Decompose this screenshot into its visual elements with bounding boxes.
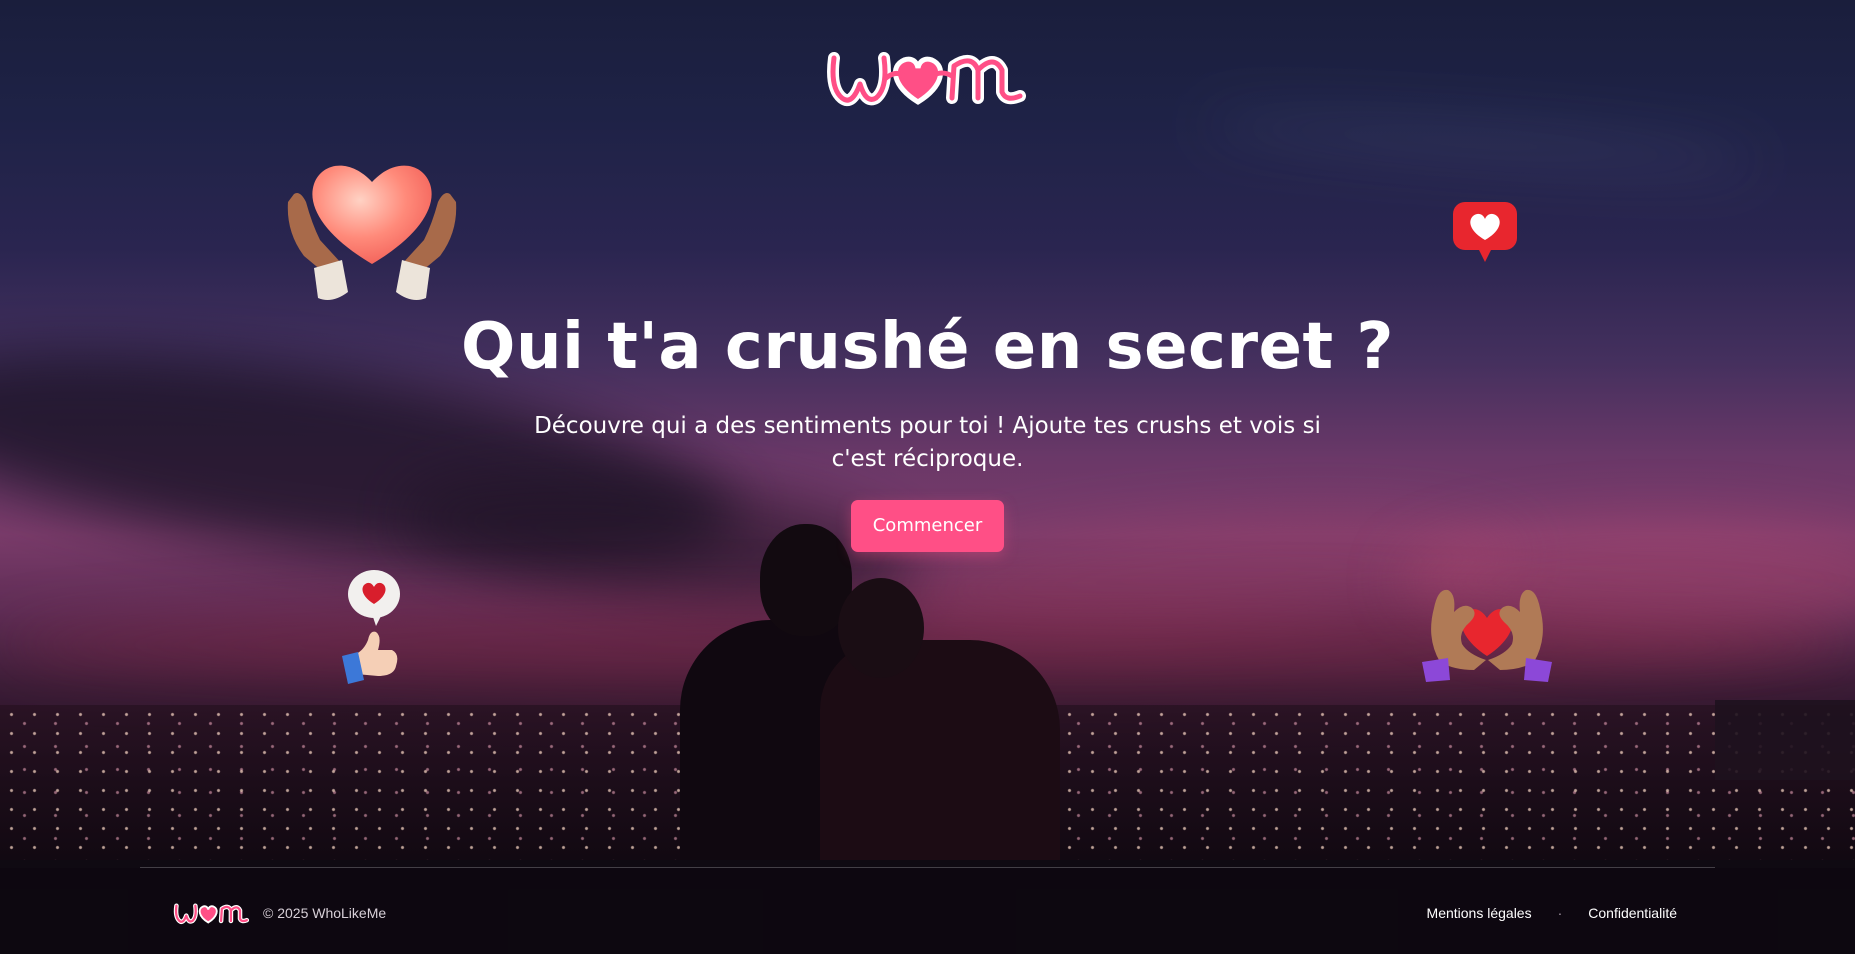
start-button[interactable]: Commencer — [850, 500, 1005, 552]
hero-title: Qui t'a crushé en secret ? — [461, 310, 1394, 384]
site-logo[interactable] — [824, 40, 1032, 114]
heart-notification-icon — [1453, 202, 1517, 262]
footer-links: Mentions légales · Confidentialité — [1427, 905, 1677, 921]
copyright-text: © 2025 WhoLikeMe — [263, 905, 387, 921]
hands-heart-gesture-icon — [1422, 589, 1552, 682]
footer: © 2025 WhoLikeMe Mentions légales · Conf… — [0, 868, 1855, 954]
landing-page: Qui t'a crushé en secret ? Découvre qui … — [0, 0, 1855, 954]
footer-separator: · — [1557, 905, 1563, 921]
hero-subtitle: Découvre qui a des sentiments pour toi !… — [534, 413, 1321, 472]
heart-hands-icon — [287, 165, 457, 300]
hero-section: Qui t'a crushé en secret ? Découvre qui … — [0, 310, 1855, 552]
city-buildings — [1715, 700, 1855, 780]
thumbs-up-heart-icon — [342, 570, 400, 684]
cloud-streak — [1199, 110, 1761, 176]
legal-notice-link[interactable]: Mentions légales — [1427, 905, 1532, 921]
privacy-link[interactable]: Confidentialité — [1588, 905, 1677, 921]
footer-logo[interactable] — [172, 899, 252, 927]
